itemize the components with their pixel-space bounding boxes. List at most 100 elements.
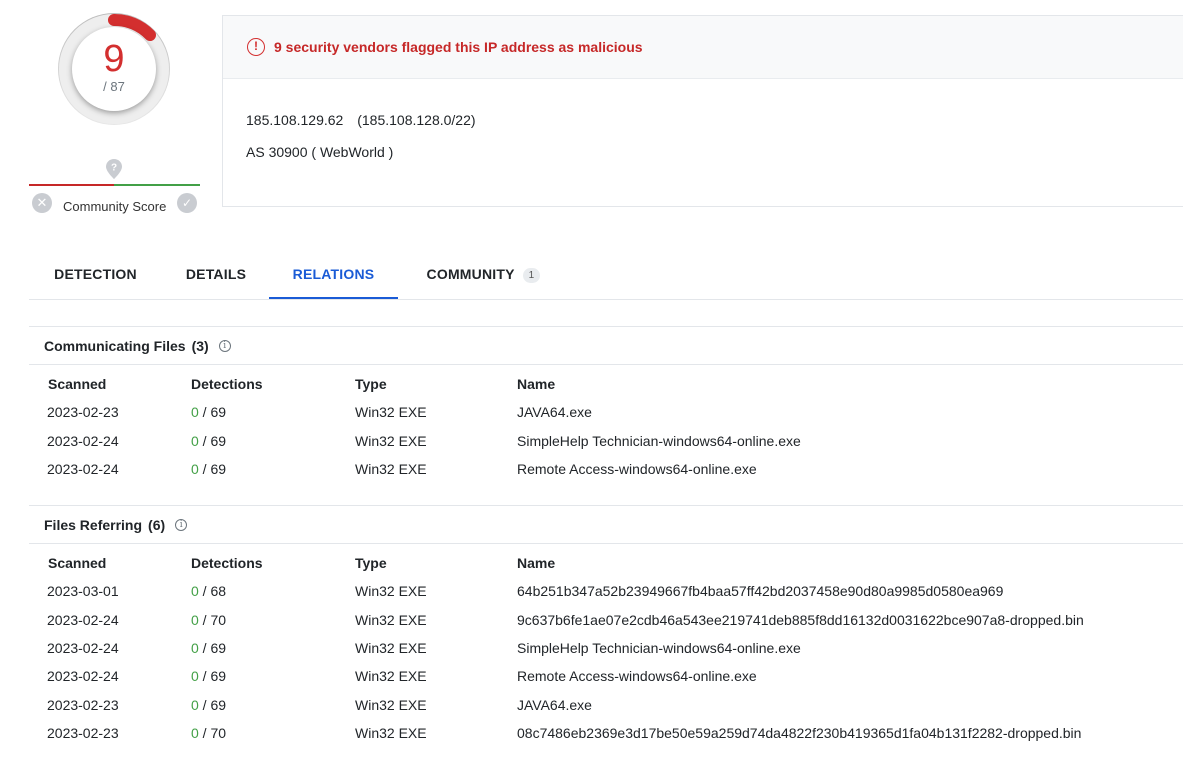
tab-details[interactable]: DETAILS <box>175 252 257 299</box>
scanned-date: 2023-02-23 <box>47 725 119 742</box>
detections-positive: 0 <box>191 611 199 628</box>
column-header-scanned[interactable]: Scanned <box>29 370 191 398</box>
detections-total: / 69 <box>198 460 227 477</box>
tab-label: RELATIONS <box>292 266 375 282</box>
alert-text: 9 security vendors flagged this IP addre… <box>274 39 643 55</box>
scanned-date: 2023-02-24 <box>47 432 119 449</box>
malicious-alert-banner: ! 9 security vendors flagged this IP add… <box>223 16 1183 79</box>
file-name-link[interactable]: 64b251b347a52b23949667fb4baa57ff42bd2037… <box>517 577 1157 605</box>
ip-network[interactable]: (185.108.128.0/22) <box>357 112 475 128</box>
tab-bar: DETECTION DETAILS RELATIONS COMMUNITY 1 <box>29 252 1183 300</box>
detection-score-widget: 9 / 87 ? ✕ Community Score ✓ <box>28 0 203 225</box>
file-type: Win32 EXE <box>355 404 427 421</box>
detections-positive: 0 <box>191 583 199 600</box>
communicating-files-table: Scanned Detections Type Name 2023-02-23 … <box>29 370 1157 483</box>
table-row[interactable]: 2023-02-24 0 / 69 Win32 EXE SimpleHelp T… <box>29 634 1157 662</box>
scanned-date: 2023-02-24 <box>47 639 119 656</box>
files-referring-section: Files Referring (6) i Scanned Detections… <box>29 505 1183 747</box>
section-count: (3) <box>191 337 209 354</box>
file-name-link[interactable]: Remote Access-windows64-online.exe <box>517 455 1157 483</box>
as-owner-line[interactable]: AS 30900 ( WebWorld ) <box>246 144 393 160</box>
section-header: Communicating Files (3) i <box>29 326 1183 365</box>
scanned-date: 2023-02-24 <box>47 611 119 628</box>
files-referring-table: Scanned Detections Type Name 2023-03-01 … <box>29 549 1157 747</box>
vendor-total: / 87 <box>103 79 125 94</box>
table-header-row: Scanned Detections Type Name <box>29 549 1157 577</box>
tab-detection[interactable]: DETECTION <box>29 252 162 299</box>
detections-positive: 0 <box>191 725 199 742</box>
detections-positive: 0 <box>191 696 199 713</box>
file-type: Win32 EXE <box>355 639 427 656</box>
scanned-date: 2023-02-23 <box>47 696 119 713</box>
file-name-link[interactable]: SimpleHelp Technician-windows64-online.e… <box>517 634 1157 662</box>
table-row[interactable]: 2023-02-24 0 / 69 Win32 EXE Remote Acces… <box>29 662 1157 690</box>
detections-cell: 0 / 69 <box>191 691 355 719</box>
file-type: Win32 EXE <box>355 725 427 742</box>
detections-cell: 0 / 70 <box>191 605 355 633</box>
score-gauge: 9 / 87 <box>58 13 170 125</box>
column-header-type[interactable]: Type <box>355 370 517 398</box>
detection-count: 9 <box>103 38 125 80</box>
table-header-row: Scanned Detections Type Name <box>29 370 1157 398</box>
detections-cell: 0 / 69 <box>191 662 355 690</box>
detections-total: / 69 <box>198 639 227 656</box>
scanned-date: 2023-02-24 <box>47 460 119 477</box>
tab-community[interactable]: COMMUNITY 1 <box>411 252 556 299</box>
table-row[interactable]: 2023-02-24 0 / 69 Win32 EXE Remote Acces… <box>29 455 1157 483</box>
community-score-label: Community Score <box>63 199 167 214</box>
detections-positive: 0 <box>191 404 199 421</box>
file-type: Win32 EXE <box>355 432 427 449</box>
file-type: Win32 EXE <box>355 460 427 477</box>
tab-label: DETECTION <box>54 266 137 282</box>
column-header-name[interactable]: Name <box>517 370 1157 398</box>
table-row[interactable]: 2023-03-01 0 / 68 Win32 EXE 64b251b347a5… <box>29 577 1157 605</box>
table-row[interactable]: 2023-02-24 0 / 69 Win32 EXE SimpleHelp T… <box>29 426 1157 454</box>
detections-total: / 68 <box>198 583 227 600</box>
file-name-link[interactable]: SimpleHelp Technician-windows64-online.e… <box>517 426 1157 454</box>
section-title: Communicating Files <box>44 337 186 354</box>
column-header-scanned[interactable]: Scanned <box>29 549 191 577</box>
detections-cell: 0 / 69 <box>191 634 355 662</box>
table-row[interactable]: 2023-02-23 0 / 69 Win32 EXE JAVA64.exe <box>29 691 1157 719</box>
ip-info-card: ! 9 security vendors flagged this IP add… <box>222 15 1183 207</box>
tab-label: DETAILS <box>185 266 247 282</box>
column-header-detections[interactable]: Detections <box>191 549 355 577</box>
info-circle-icon[interactable]: i <box>175 518 188 531</box>
info-circle-icon[interactable]: i <box>218 339 231 352</box>
ip-address[interactable]: 185.108.129.62 <box>246 112 343 128</box>
section-title: Files Referring <box>44 516 143 533</box>
file-type: Win32 EXE <box>355 611 427 628</box>
map-pin-question-icon: ? <box>106 159 122 179</box>
file-name-link[interactable]: 9c637b6fe1ae07e2cdb46a543ee219741deb885f… <box>517 605 1157 633</box>
detections-positive: 0 <box>191 639 199 656</box>
scanned-date: 2023-02-23 <box>47 404 119 421</box>
file-name-link[interactable]: JAVA64.exe <box>517 691 1157 719</box>
section-header: Files Referring (6) i <box>29 505 1183 544</box>
table-row[interactable]: 2023-02-23 0 / 70 Win32 EXE 08c7486eb236… <box>29 719 1157 747</box>
scanned-date: 2023-03-01 <box>47 583 119 600</box>
detections-total: / 69 <box>198 696 227 713</box>
detections-positive: 0 <box>191 432 199 449</box>
detections-cell: 0 / 68 <box>191 577 355 605</box>
ip-address-line: 185.108.129.62 (185.108.128.0/22) <box>246 112 476 128</box>
column-header-name[interactable]: Name <box>517 549 1157 577</box>
detections-total: / 69 <box>198 404 227 421</box>
detections-total: / 70 <box>198 725 227 742</box>
community-score-bar-positive <box>114 184 200 186</box>
detections-total: / 69 <box>198 668 227 685</box>
file-name-link[interactable]: JAVA64.exe <box>517 398 1157 426</box>
x-circle-icon[interactable]: ✕ <box>32 193 52 213</box>
file-name-link[interactable]: Remote Access-windows64-online.exe <box>517 662 1157 690</box>
table-row[interactable]: 2023-02-24 0 / 70 Win32 EXE 9c637b6fe1ae… <box>29 605 1157 633</box>
tab-relations[interactable]: RELATIONS <box>269 252 398 299</box>
detections-positive: 0 <box>191 668 199 685</box>
column-header-detections[interactable]: Detections <box>191 370 355 398</box>
file-type: Win32 EXE <box>355 583 427 600</box>
tab-label: COMMUNITY <box>426 266 515 282</box>
table-row[interactable]: 2023-02-23 0 / 69 Win32 EXE JAVA64.exe <box>29 398 1157 426</box>
check-circle-icon[interactable]: ✓ <box>177 193 197 213</box>
column-header-type[interactable]: Type <box>355 549 517 577</box>
file-name-link[interactable]: 08c7486eb2369e3d17be50e59a259d74da4822f2… <box>517 719 1157 747</box>
detections-positive: 0 <box>191 460 199 477</box>
detections-total: / 70 <box>198 611 227 628</box>
